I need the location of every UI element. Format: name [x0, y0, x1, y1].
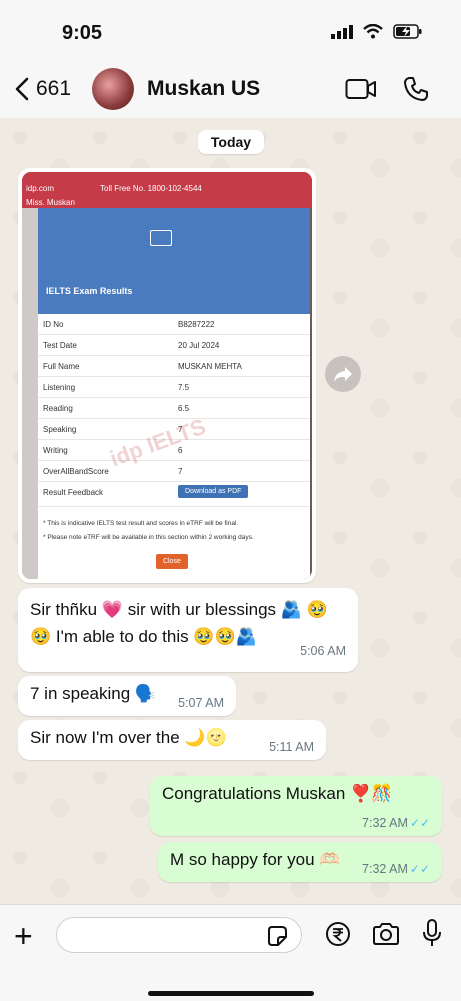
home-indicator — [148, 991, 314, 996]
modal-title: IELTS Exam Results — [46, 286, 133, 296]
site-topbar: idp.com Toll Free No. 1800-102-4544 Miss… — [22, 172, 312, 208]
chat-area[interactable]: Today idp.com Toll Free No. 1800-102-454… — [0, 118, 461, 904]
status-time: 9:05 — [62, 22, 103, 44]
wifi-icon — [363, 24, 383, 39]
message-meta: 7:32 AM ✓✓ — [362, 862, 430, 876]
message-time: 7:32 AM — [362, 862, 408, 876]
message-bubble-outgoing[interactable]: Congratulations Muskan ❣️🎊 7:32 AM ✓✓ — [150, 776, 442, 836]
modal-header: IELTS Exam Results — [38, 208, 310, 314]
message-bubble-incoming[interactable]: Sir thñku 💗 sir with ur blessings 🫂 🥹🥹 I… — [18, 588, 358, 672]
results-modal: IELTS Exam Results ID No B8287222 Test D… — [38, 208, 310, 579]
battery-charging-icon — [393, 24, 422, 39]
message-text: M so happy for you 🫶🏻 — [170, 850, 341, 869]
message-bubble-incoming[interactable]: Sir now I'm over the 🌙🌝 5:11 AM — [18, 720, 326, 760]
download-pdf-button: Download as PDF — [178, 485, 249, 498]
result-row: Reading 6.5 — [38, 398, 310, 419]
message-meta: 7:32 AM ✓✓ — [362, 816, 430, 830]
camera-icon[interactable] — [372, 923, 400, 945]
day-chip: Today — [198, 130, 264, 154]
message-bubble-outgoing[interactable]: M so happy for you 🫶🏻 7:32 AM ✓✓ — [158, 842, 442, 882]
message-time: 5:07 AM — [178, 696, 224, 710]
message-text: Congratulations Muskan ❣️🎊 — [162, 784, 393, 803]
read-receipt-icon: ✓✓ — [409, 816, 430, 830]
back-unread-count[interactable]: 661 — [36, 77, 71, 101]
forward-button[interactable] — [325, 356, 361, 392]
message-text: Sir thñku 💗 sir with ur blessings 🫂 🥹🥹 I… — [30, 600, 328, 646]
status-icons — [331, 24, 423, 39]
avatar[interactable] — [92, 68, 134, 110]
signal-icon — [331, 24, 353, 39]
message-bubble-incoming[interactable]: 7 in speaking 🗣️ 5:07 AM — [18, 676, 236, 716]
message-time: 5:06 AM — [300, 644, 346, 658]
result-row: ID No B8287222 — [38, 314, 310, 335]
plus-icon[interactable]: + — [14, 920, 33, 952]
phone-call-icon[interactable] — [403, 76, 429, 102]
video-call-icon[interactable] — [345, 78, 377, 100]
result-note-2: * Please note eTRF will be available in … — [43, 534, 254, 541]
site-user: Miss. Muskan — [26, 198, 75, 207]
read-receipt-icon: ✓✓ — [409, 862, 430, 876]
message-text: Sir now I'm over the 🌙🌝 — [30, 728, 227, 747]
result-row: Full Name MUSKAN MEHTA — [38, 356, 310, 377]
image-message[interactable]: idp.com Toll Free No. 1800-102-4544 Miss… — [18, 168, 316, 583]
image-timestamp: 5:06 AM — [256, 558, 304, 573]
microphone-icon[interactable] — [422, 919, 442, 947]
forward-icon — [334, 367, 352, 382]
site-phone: Toll Free No. 1800-102-4544 — [100, 184, 202, 193]
result-screenshot-image[interactable]: idp.com Toll Free No. 1800-102-4544 Miss… — [22, 172, 312, 579]
payment-rupee-icon[interactable] — [325, 921, 351, 947]
result-row: Listening 7.5 — [38, 377, 310, 398]
result-row: Test Date 20 Jul 2024 — [38, 335, 310, 356]
chat-header: 661 Muskan US — [0, 62, 461, 119]
back-chevron-icon[interactable] — [10, 76, 36, 102]
message-time: 7:32 AM — [362, 816, 408, 830]
site-email: idp.com — [26, 184, 55, 193]
contact-name[interactable]: Muskan US — [147, 77, 260, 101]
result-note-1: * This is indicative IELTS test result a… — [43, 520, 239, 527]
message-time: 5:11 AM — [269, 740, 314, 754]
menu-icon — [150, 230, 172, 246]
message-text: 7 in speaking 🗣️ — [30, 684, 157, 703]
result-row-feedback: Result Feedback Download as PDF — [38, 482, 310, 507]
result-row: OverAllBandScore 7 — [38, 461, 310, 482]
status-bar: 9:05 — [0, 0, 461, 62]
composer-bar: + — [0, 904, 461, 1001]
close-button: Close — [156, 554, 188, 569]
sticker-icon[interactable] — [266, 925, 288, 947]
